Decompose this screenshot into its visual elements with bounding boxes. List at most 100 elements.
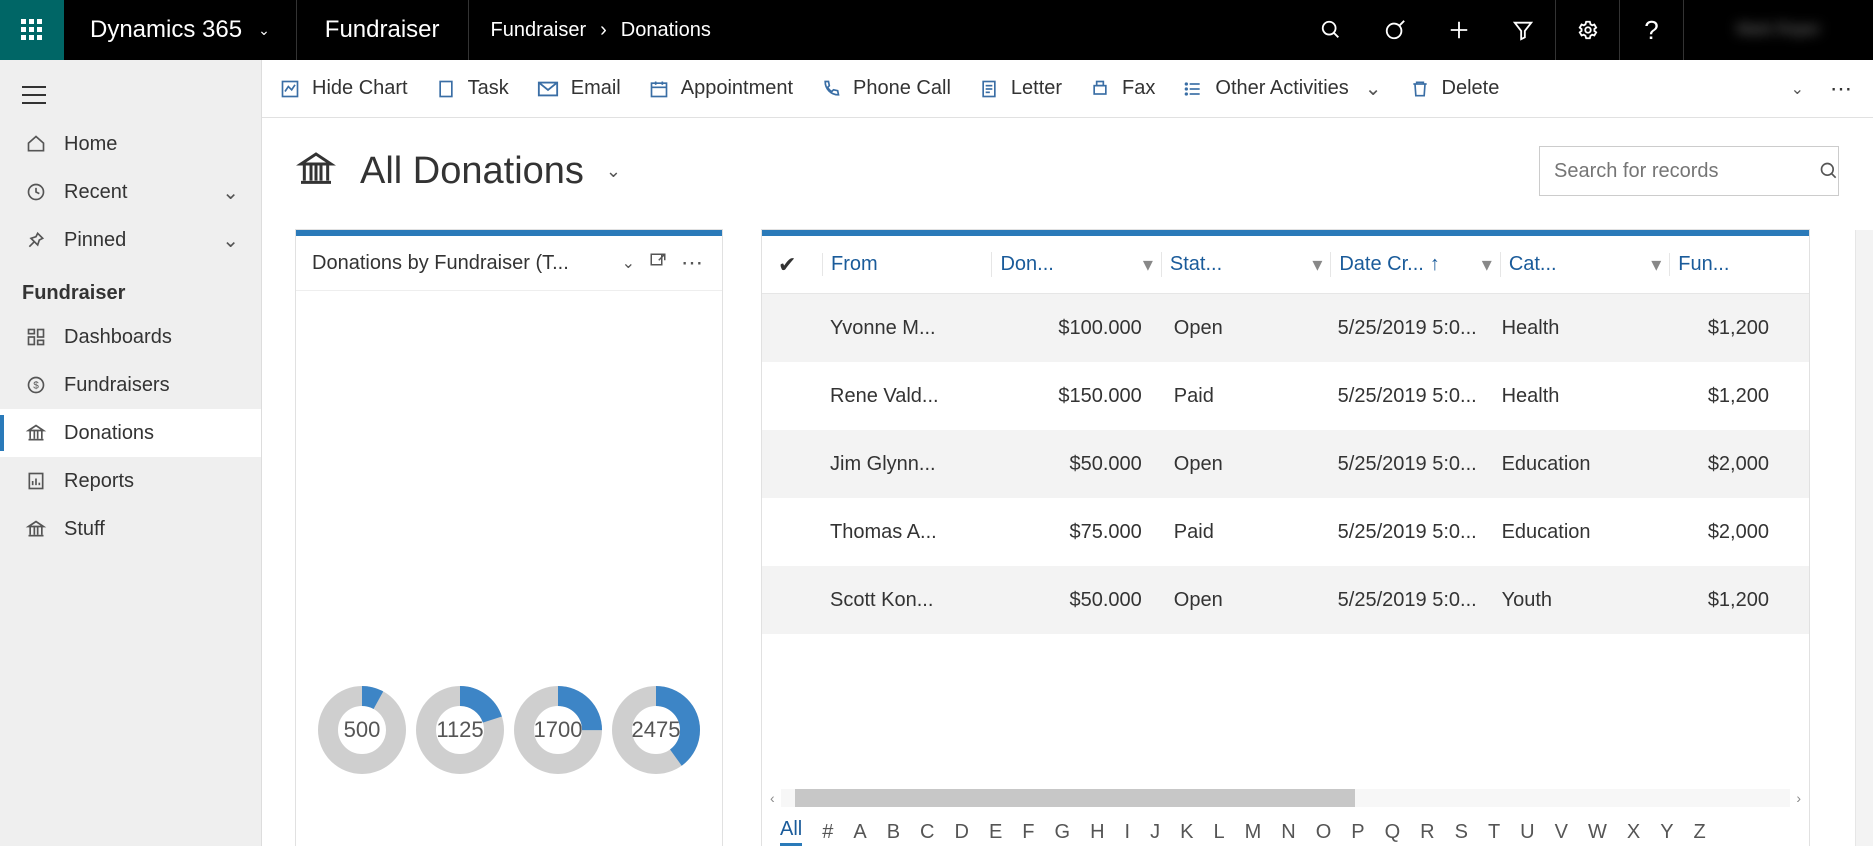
search-input[interactable] bbox=[1554, 160, 1819, 183]
table-row[interactable]: Rene Vald...$150.000Paid5/25/2019 5:0...… bbox=[762, 362, 1809, 430]
sidebar-item-dashboards[interactable]: Dashboards bbox=[0, 313, 261, 361]
select-all-checkbox[interactable]: ✔ bbox=[778, 252, 822, 278]
cmd-delete[interactable]: Delete bbox=[1410, 77, 1500, 100]
scroll-track[interactable] bbox=[781, 789, 1791, 807]
alpha-filter-A[interactable]: A bbox=[853, 821, 866, 844]
alpha-filter-C[interactable]: C bbox=[920, 821, 934, 844]
dashboard-icon bbox=[22, 327, 50, 347]
sidebar-item-reports[interactable]: Reports bbox=[0, 457, 261, 505]
sidebar-toggle[interactable] bbox=[0, 70, 261, 120]
cmd-overflow-chevron[interactable]: ⌄ bbox=[1791, 79, 1804, 99]
alpha-filter-E[interactable]: E bbox=[989, 821, 1002, 844]
product-label: Dynamics 365 bbox=[90, 16, 242, 44]
sidebar-item-label: Home bbox=[64, 133, 117, 156]
alpha-filter-T[interactable]: T bbox=[1488, 821, 1500, 844]
sidebar-item-recent[interactable]: Recent ⌄ bbox=[0, 168, 261, 216]
column-date-created[interactable]: Date Cr...↑▾ bbox=[1330, 252, 1499, 277]
alpha-filter-O[interactable]: O bbox=[1316, 821, 1332, 844]
donut-chart: 1125 bbox=[414, 684, 506, 776]
user-menu[interactable]: Mark Roper bbox=[1683, 0, 1873, 60]
search-icon bbox=[1819, 161, 1839, 181]
fax-icon bbox=[1090, 79, 1110, 99]
alpha-filter-Z[interactable]: Z bbox=[1694, 821, 1706, 844]
column-fundraiser[interactable]: Fun... bbox=[1669, 253, 1793, 276]
scroll-right-icon[interactable]: › bbox=[1796, 790, 1801, 806]
sidebar-item-pinned[interactable]: Pinned ⌄ bbox=[0, 216, 261, 264]
alpha-filter-W[interactable]: W bbox=[1588, 821, 1607, 844]
sidebar-item-home[interactable]: Home bbox=[0, 120, 261, 168]
cmd-hide-chart[interactable]: Hide Chart bbox=[280, 77, 408, 100]
alpha-filter-Y[interactable]: Y bbox=[1660, 821, 1673, 844]
filter-icon[interactable]: ▾ bbox=[1143, 252, 1153, 277]
search-records-box[interactable] bbox=[1539, 146, 1839, 196]
filter-icon[interactable]: ▾ bbox=[1651, 252, 1661, 277]
column-status[interactable]: Stat...▾ bbox=[1161, 252, 1330, 277]
alpha-filter-R[interactable]: R bbox=[1420, 821, 1434, 844]
alpha-filter-G[interactable]: G bbox=[1055, 821, 1071, 844]
task-flow-button[interactable] bbox=[1363, 0, 1427, 60]
product-switcher[interactable]: Dynamics 365 ⌄ bbox=[64, 0, 297, 60]
alpha-filter-P[interactable]: P bbox=[1351, 821, 1364, 844]
column-donation[interactable]: Don...▾ bbox=[991, 252, 1160, 277]
help-button[interactable]: ? bbox=[1619, 0, 1683, 60]
table-row[interactable]: Jim Glynn...$50.000Open5/25/2019 5:0...E… bbox=[762, 430, 1809, 498]
cmd-email[interactable]: Email bbox=[537, 77, 621, 100]
chevron-down-icon: ⌄ bbox=[222, 180, 239, 205]
cmd-task[interactable]: Task bbox=[436, 77, 509, 100]
alpha-filter-N[interactable]: N bbox=[1281, 821, 1295, 844]
chart-selector-chevron[interactable]: ⌄ bbox=[622, 253, 635, 273]
alpha-filter-V[interactable]: V bbox=[1555, 821, 1568, 844]
sidebar: Home Recent ⌄ Pinned ⌄ Fundraiser Dashbo… bbox=[0, 60, 262, 846]
view-selector-chevron[interactable]: ⌄ bbox=[606, 161, 621, 182]
app-launcher-button[interactable] bbox=[0, 0, 64, 60]
alpha-filter-M[interactable]: M bbox=[1245, 821, 1262, 844]
cmd-appointment[interactable]: Appointment bbox=[649, 77, 793, 100]
alpha-filter-X[interactable]: X bbox=[1627, 821, 1640, 844]
alpha-filter-I[interactable]: I bbox=[1125, 821, 1131, 844]
alpha-filter-J[interactable]: J bbox=[1150, 821, 1160, 844]
cmd-fax[interactable]: Fax bbox=[1090, 77, 1155, 100]
advanced-filter-button[interactable] bbox=[1491, 0, 1555, 60]
alpha-filter-L[interactable]: L bbox=[1213, 821, 1224, 844]
money-icon: $ bbox=[22, 375, 50, 395]
table-row[interactable]: Thomas A...$75.000Paid5/25/2019 5:0...Ed… bbox=[762, 498, 1809, 566]
alpha-filter-K[interactable]: K bbox=[1180, 821, 1193, 844]
search-button[interactable] bbox=[1299, 0, 1363, 60]
sidebar-item-fundraisers[interactable]: $ Fundraisers bbox=[0, 361, 261, 409]
content-area: Hide Chart Task Email Appointment Phone … bbox=[262, 60, 1873, 846]
alpha-filter-S[interactable]: S bbox=[1455, 821, 1468, 844]
filter-icon[interactable]: ▾ bbox=[1482, 252, 1492, 277]
quick-create-button[interactable] bbox=[1427, 0, 1491, 60]
pin-icon bbox=[22, 230, 50, 250]
expand-icon[interactable] bbox=[649, 252, 667, 275]
alpha-filter-#[interactable]: # bbox=[822, 821, 833, 844]
scroll-thumb[interactable] bbox=[795, 789, 1355, 807]
table-row[interactable]: Scott Kon...$50.000Open5/25/2019 5:0...Y… bbox=[762, 566, 1809, 634]
vertical-scrollbar[interactable] bbox=[1855, 230, 1873, 846]
table-row[interactable]: Yvonne M...$100.000Open5/25/2019 5:0...H… bbox=[762, 294, 1809, 362]
cmd-other-activities[interactable]: Other Activities⌄ bbox=[1183, 76, 1381, 101]
cmd-phone-call[interactable]: Phone Call bbox=[821, 77, 951, 100]
scroll-left-icon[interactable]: ‹ bbox=[770, 790, 775, 806]
sidebar-group-label: Fundraiser bbox=[0, 264, 261, 313]
filter-icon[interactable]: ▾ bbox=[1312, 252, 1322, 277]
alpha-filter-H[interactable]: H bbox=[1090, 821, 1104, 844]
breadcrumb-root[interactable]: Fundraiser bbox=[491, 19, 587, 42]
cmd-more-button[interactable]: ⋯ bbox=[1830, 76, 1855, 102]
alpha-filter-Q[interactable]: Q bbox=[1385, 821, 1401, 844]
horizontal-scrollbar[interactable]: ‹ › bbox=[762, 788, 1809, 808]
list-icon bbox=[1183, 79, 1203, 99]
alpha-filter-All[interactable]: All bbox=[780, 818, 802, 846]
alpha-filter-U[interactable]: U bbox=[1520, 821, 1534, 844]
column-category[interactable]: Cat...▾ bbox=[1500, 252, 1669, 277]
column-from[interactable]: From bbox=[822, 253, 991, 276]
alpha-filter-B[interactable]: B bbox=[887, 821, 900, 844]
chart-more-button[interactable]: ⋯ bbox=[681, 250, 706, 276]
cmd-letter[interactable]: Letter bbox=[979, 77, 1062, 100]
sidebar-item-donations[interactable]: Donations bbox=[0, 409, 261, 457]
funnel-icon bbox=[1512, 19, 1534, 41]
sidebar-item-stuff[interactable]: Stuff bbox=[0, 505, 261, 553]
settings-button[interactable] bbox=[1555, 0, 1619, 60]
alpha-filter-D[interactable]: D bbox=[955, 821, 969, 844]
alpha-filter-F[interactable]: F bbox=[1022, 821, 1034, 844]
